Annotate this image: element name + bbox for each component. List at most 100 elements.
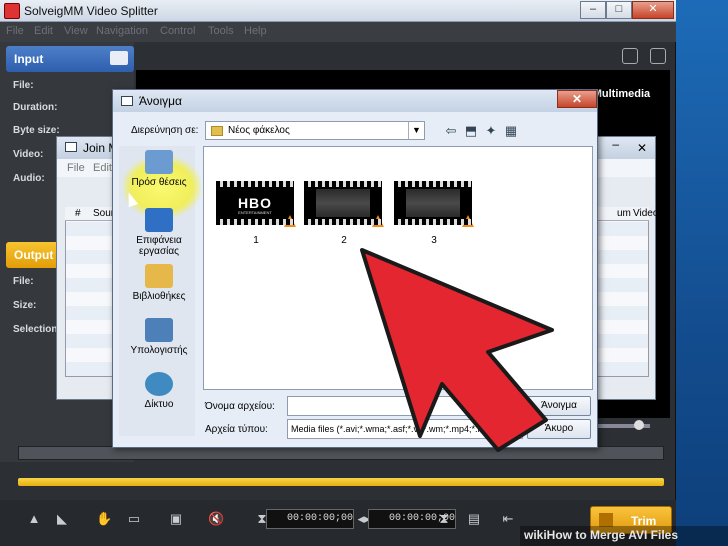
main-title-bar: SolveigMM Video Splitter – □ ✕ [0, 0, 676, 22]
output-file-label: File: [13, 276, 34, 287]
open-button[interactable]: Άνοιγμα [527, 396, 591, 416]
file-item-1[interactable]: HBO ENTERTAINMENT 1 [216, 181, 296, 246]
open-folder-icon[interactable] [110, 51, 128, 65]
timeline[interactable] [18, 446, 664, 460]
join-close-button[interactable]: ✕ [637, 141, 647, 155]
filename-label: Όνομα αρχείου: [205, 401, 275, 412]
menu-tools[interactable]: Tools [208, 25, 234, 37]
file-item-2[interactable]: 2 [304, 181, 384, 246]
dialog-icon [121, 96, 133, 106]
filetype-select[interactable]: Media files (*.avi;*.wma;*.asf;*.v ;*.wm… [287, 419, 523, 439]
app-icon [4, 3, 20, 19]
selection-bar[interactable] [18, 478, 664, 486]
hbo-logo: HBO [237, 195, 273, 211]
chevron-down-icon[interactable]: ▼ [408, 122, 424, 139]
input-file-label: File: [13, 80, 34, 91]
up-folder-icon[interactable]: ⬒ [463, 123, 479, 139]
snapshot-icon[interactable] [622, 48, 638, 64]
file-name-2: 2 [341, 235, 347, 246]
back-icon[interactable]: ⇦ [443, 123, 459, 139]
filetype-label: Αρχεία τύπου: [205, 424, 268, 435]
dialog-close-button[interactable]: ✕ [557, 90, 597, 108]
file-name-3: 3 [431, 235, 437, 246]
network-icon [145, 372, 173, 396]
vlc-cone-icon [284, 215, 296, 227]
file-list[interactable]: HBO ENTERTAINMENT 1 2 3 [203, 146, 593, 390]
vlc-cone-icon [462, 215, 474, 227]
hbo-subtitle: ENTERTAINMENT [238, 210, 272, 215]
output-size-label: Size: [13, 300, 37, 311]
join-menu-edit[interactable]: Edit [93, 162, 112, 174]
recent-places-icon [145, 150, 173, 174]
menu-navigation[interactable]: Navigation [96, 25, 148, 37]
minimize-button[interactable]: – [580, 1, 606, 19]
place-recent[interactable]: Πρόσ θέσεις [121, 150, 197, 188]
look-in-label: Διερεύνηση σε: [131, 125, 199, 136]
film-icon[interactable]: ▤ [466, 512, 482, 526]
join-menu-file[interactable]: File [67, 162, 85, 174]
vlc-cone-icon [372, 215, 384, 227]
filename-input[interactable] [287, 396, 523, 416]
video-thumbnail [394, 181, 474, 227]
menu-file[interactable]: File [6, 25, 24, 37]
view-menu-icon[interactable]: ▦ [503, 123, 519, 139]
maximize-button[interactable]: □ [606, 1, 632, 19]
comment-icon[interactable]: ▭ [126, 512, 142, 526]
col-num[interactable]: um [617, 208, 631, 219]
look-in-value: Νέος φάκελος [228, 125, 290, 136]
place-libraries[interactable]: Βιβλιοθήκες [121, 264, 197, 302]
marker-clear-icon[interactable]: ◣ [54, 512, 70, 526]
mute-icon[interactable]: 🔇 [208, 512, 224, 526]
place-computer[interactable]: Υπολογιστής [121, 318, 197, 356]
crop-icon[interactable]: ▣ [168, 512, 184, 526]
input-duration-label: Duration: [13, 102, 58, 113]
start-time-field[interactable]: 00:00:00;00 [266, 509, 354, 529]
menu-edit[interactable]: Edit [34, 25, 53, 37]
input-audio-label: Audio: [13, 173, 45, 184]
close-button[interactable]: ✕ [632, 1, 674, 19]
place-desktop-label: Επιφάνεια εργασίας [136, 235, 182, 257]
wikihow-watermark: wikiHow to Merge AVI Files [524, 528, 679, 542]
menu-view[interactable]: View [64, 25, 88, 37]
place-computer-label: Υπολογιστής [130, 345, 188, 356]
new-folder-icon[interactable]: ✦ [483, 123, 499, 139]
dialog-title-bar: Άνοιγμα [113, 90, 597, 112]
place-recent-label: Πρόσ θέσεις [131, 177, 187, 188]
computer-icon [145, 318, 173, 342]
video-thumbnail [304, 181, 384, 227]
menu-help[interactable]: Help [244, 25, 267, 37]
col-source[interactable]: Sour [93, 208, 114, 219]
menu-control[interactable]: Control [160, 25, 195, 37]
col-number[interactable]: # [75, 208, 81, 219]
file-name-1: 1 [253, 235, 259, 246]
join-window-icon [65, 142, 77, 152]
output-selection-label: Selection: [13, 324, 61, 335]
place-network-label: Δίκτυο [144, 399, 174, 410]
input-video-label: Video: [13, 149, 44, 160]
video-thumbnail: HBO ENTERTAINMENT [216, 181, 296, 227]
input-header-label: Input [14, 52, 44, 66]
open-dialog: Άνοιγμα ✕ Διερεύνηση σε: Νέος φάκελος ▼ … [112, 89, 598, 448]
output-header-label: Output [14, 248, 54, 262]
marker-up-icon[interactable]: ▲ [26, 512, 42, 526]
volume-knob[interactable] [634, 420, 644, 430]
file-item-3[interactable]: 3 [394, 181, 474, 246]
place-network[interactable]: Δίκτυο [121, 372, 197, 410]
cancel-button[interactable]: Άκυρο [527, 419, 591, 439]
window-icon[interactable] [650, 48, 666, 64]
place-desktop[interactable]: Επιφάνεια εργασίας [121, 208, 197, 257]
input-bytesize-label: Byte size: [13, 125, 60, 136]
folder-icon [211, 126, 223, 136]
input-panel-header[interactable]: Input [6, 46, 134, 72]
join-minimize-button[interactable]: – [612, 137, 619, 151]
app-title: SolveigMM Video Splitter [24, 4, 158, 18]
place-libraries-label: Βιβλιοθήκες [132, 291, 186, 302]
end-marker-icon[interactable]: ⧗ [436, 512, 452, 526]
col-video[interactable]: Video [633, 208, 658, 219]
desktop-icon [145, 208, 173, 232]
prev-frame-icon[interactable]: ⇤ [500, 512, 516, 526]
menu-bar: File Edit View Navigation Control Tools … [0, 22, 676, 42]
look-in-dropdown[interactable]: Νέος φάκελος ▼ [205, 121, 425, 140]
flag-icon [599, 513, 613, 527]
thumb-icon[interactable]: ✋ [96, 512, 112, 526]
